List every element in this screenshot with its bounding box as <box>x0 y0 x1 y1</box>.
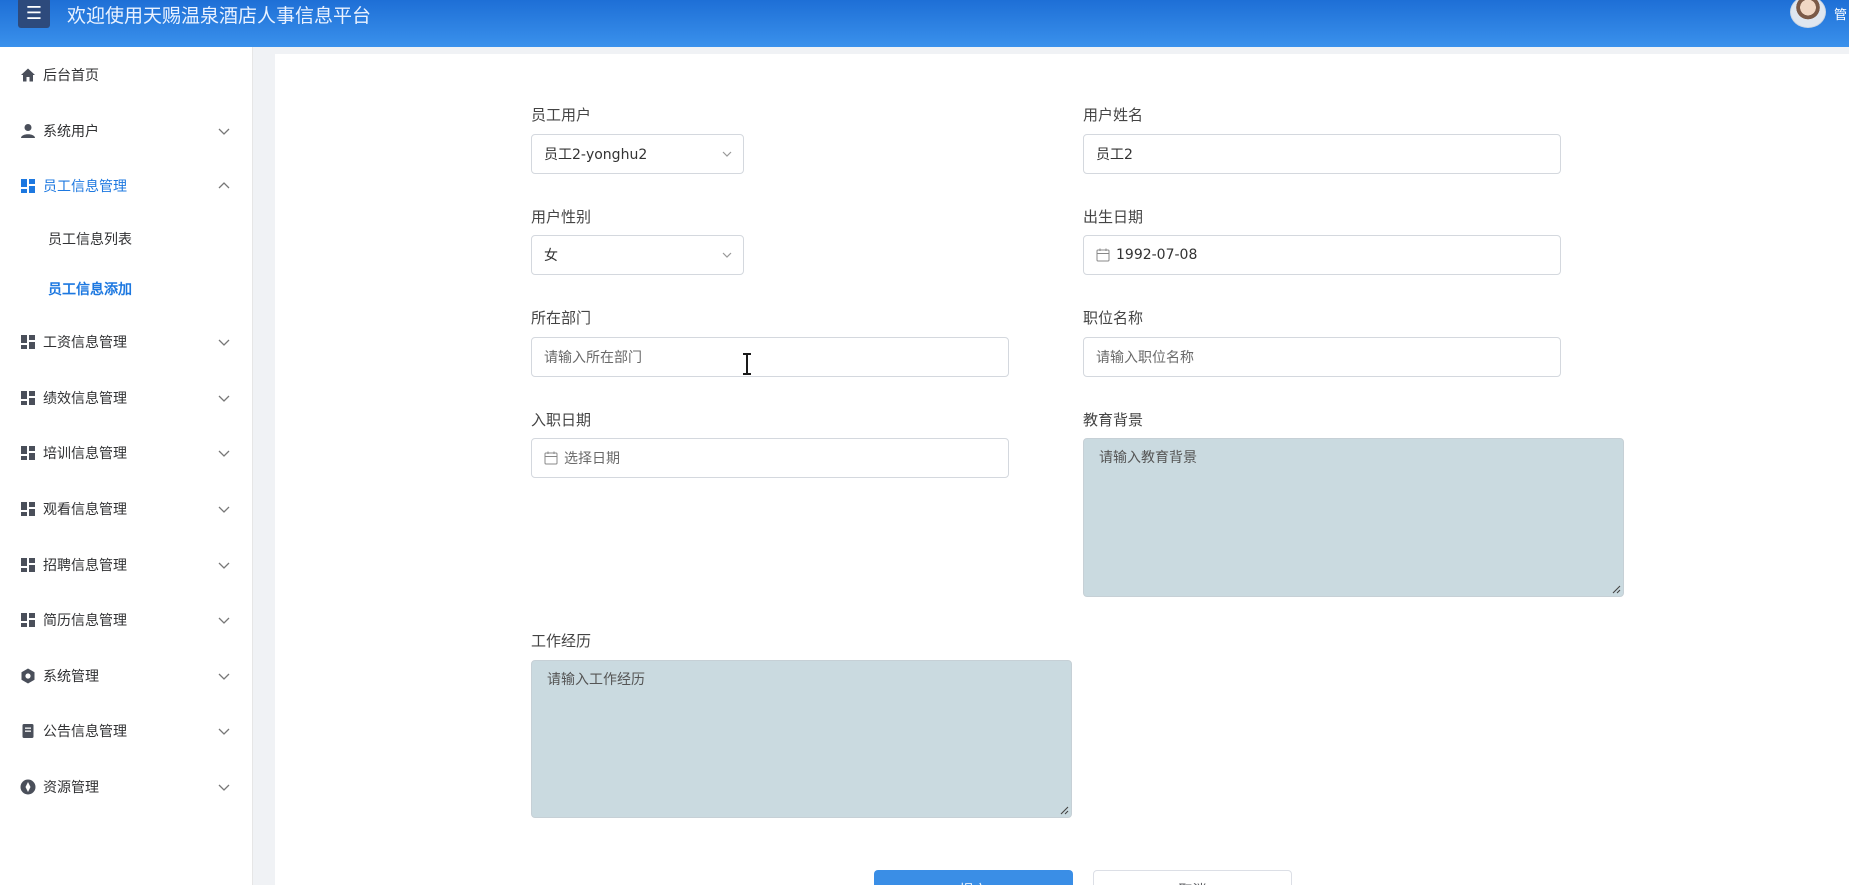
user-name[interactable]: 管 <box>1834 4 1847 23</box>
sidebar-item-salary-info[interactable]: 工资信息管理 <box>0 322 253 362</box>
sidebar-item-employee-info[interactable]: 员工信息管理 <box>0 166 253 206</box>
home-icon <box>20 67 36 83</box>
grid-icon <box>20 501 36 517</box>
sidebar-item-system-admin[interactable]: 系统管理 <box>0 656 253 696</box>
hire-date-picker[interactable]: 选择日期 <box>531 438 1009 478</box>
sidebar-subitem-label: 员工信息添加 <box>48 282 132 298</box>
sidebar-subitem-label: 员工信息列表 <box>48 232 132 248</box>
compass-icon <box>20 779 36 795</box>
sidebar-item-system-users[interactable]: 系统用户 <box>0 111 253 151</box>
chevron-down-icon <box>218 784 230 791</box>
sidebar-item-label: 员工信息管理 <box>43 179 127 195</box>
sidebar-subitem-employee-add[interactable]: 员工信息添加 <box>0 269 253 309</box>
chevron-down-icon <box>218 673 230 680</box>
chevron-down-icon <box>218 728 230 735</box>
gender-label: 用户性别 <box>531 208 592 226</box>
sidebar-item-notice-info[interactable]: 公告信息管理 <box>0 711 253 751</box>
birth-date-value: 1992-07-08 <box>1116 247 1198 263</box>
chevron-down-icon <box>218 617 230 624</box>
education-textarea[interactable]: 请输入教育背景 <box>1083 438 1624 597</box>
sidebar-item-resume-info[interactable]: 简历信息管理 <box>0 600 253 640</box>
sidebar-item-viewing-info[interactable]: 观看信息管理 <box>0 489 253 529</box>
document-icon <box>20 723 36 739</box>
sidebar-item-label: 资源管理 <box>43 780 99 796</box>
sidebar-item-training-info[interactable]: 培训信息管理 <box>0 433 253 473</box>
sidebar-item-label: 系统用户 <box>43 124 99 140</box>
chevron-down-icon <box>218 562 230 569</box>
user-name-input[interactable]: 员工2 <box>1083 134 1561 174</box>
department-placeholder: 请输入所在部门 <box>544 350 642 366</box>
sidebar-item-label: 工资信息管理 <box>43 335 127 351</box>
department-input[interactable]: 请输入所在部门 <box>531 337 1009 377</box>
work-history-label: 工作经历 <box>531 632 592 650</box>
sidebar-item-label: 招聘信息管理 <box>43 558 127 574</box>
department-label: 所在部门 <box>531 309 592 327</box>
resize-grip-icon[interactable] <box>1611 584 1621 594</box>
chevron-up-icon <box>218 182 230 189</box>
work-history-placeholder: 请输入工作经历 <box>547 672 645 688</box>
chevron-down-icon <box>722 252 732 258</box>
hire-date-placeholder: 选择日期 <box>564 451 620 467</box>
chevron-down-icon <box>218 128 230 135</box>
user-icon <box>20 123 36 139</box>
position-input[interactable]: 请输入职位名称 <box>1083 337 1561 377</box>
birth-date-picker[interactable]: 1992-07-08 <box>1083 235 1561 275</box>
sidebar-item-label: 绩效信息管理 <box>43 391 127 407</box>
sidebar-item-home[interactable]: 后台首页 <box>0 55 253 95</box>
gender-select[interactable]: 女 <box>531 235 744 275</box>
sidebar-item-performance-info[interactable]: 绩效信息管理 <box>0 378 253 418</box>
chevron-down-icon <box>218 339 230 346</box>
sidebar: 后台首页 系统用户 员工信息管理 员工信息列表 员工信息添加 工资信息管理 绩效… <box>0 47 253 885</box>
employee-user-value: 员工2-yonghu2 <box>544 147 648 163</box>
gear-icon <box>20 668 36 684</box>
position-placeholder: 请输入职位名称 <box>1096 350 1194 366</box>
grid-icon <box>20 390 36 406</box>
sidebar-subitem-employee-list[interactable]: 员工信息列表 <box>0 219 253 259</box>
hamburger-menu-button[interactable]: ☰ <box>18 0 50 28</box>
submit-button[interactable]: 提交 <box>874 870 1073 885</box>
avatar[interactable] <box>1790 0 1826 28</box>
education-placeholder: 请输入教育背景 <box>1099 450 1197 466</box>
sidebar-item-resource-admin[interactable]: 资源管理 <box>0 767 253 807</box>
hamburger-icon: ☰ <box>25 2 43 24</box>
education-label: 教育背景 <box>1083 411 1144 429</box>
grid-icon <box>20 334 36 350</box>
grid-icon <box>20 557 36 573</box>
sidebar-item-label: 培训信息管理 <box>43 446 127 462</box>
position-label: 职位名称 <box>1083 309 1144 327</box>
calendar-icon <box>1096 248 1110 262</box>
grid-icon <box>20 612 36 628</box>
birth-date-label: 出生日期 <box>1083 208 1144 226</box>
grid-icon <box>20 178 36 194</box>
sidebar-item-label: 公告信息管理 <box>43 724 127 740</box>
sidebar-item-recruitment-info[interactable]: 招聘信息管理 <box>0 545 253 585</box>
hire-date-label: 入职日期 <box>531 411 592 429</box>
app-title: 欢迎使用天赐温泉酒店人事信息平台 <box>67 5 372 27</box>
user-name-label: 用户姓名 <box>1083 106 1144 124</box>
sidebar-item-label: 观看信息管理 <box>43 502 127 518</box>
chevron-down-icon <box>218 395 230 402</box>
cancel-button[interactable]: 取消 <box>1093 870 1292 885</box>
employee-user-select[interactable]: 员工2-yonghu2 <box>531 134 744 174</box>
resize-grip-icon[interactable] <box>1059 805 1069 815</box>
gender-value: 女 <box>544 248 558 264</box>
chevron-down-icon <box>218 450 230 457</box>
user-name-value: 员工2 <box>1096 147 1133 163</box>
employee-user-label: 员工用户 <box>531 106 592 124</box>
sidebar-item-label: 后台首页 <box>43 68 99 84</box>
chevron-down-icon <box>722 151 732 157</box>
sidebar-item-label: 简历信息管理 <box>43 613 127 629</box>
top-header: ☰ 欢迎使用天赐温泉酒店人事信息平台 管 <box>0 0 1849 47</box>
calendar-icon <box>544 451 558 465</box>
sidebar-item-label: 系统管理 <box>43 669 99 685</box>
text-cursor-icon <box>743 353 751 375</box>
chevron-down-icon <box>218 506 230 513</box>
grid-icon <box>20 445 36 461</box>
work-history-textarea[interactable]: 请输入工作经历 <box>531 660 1072 818</box>
